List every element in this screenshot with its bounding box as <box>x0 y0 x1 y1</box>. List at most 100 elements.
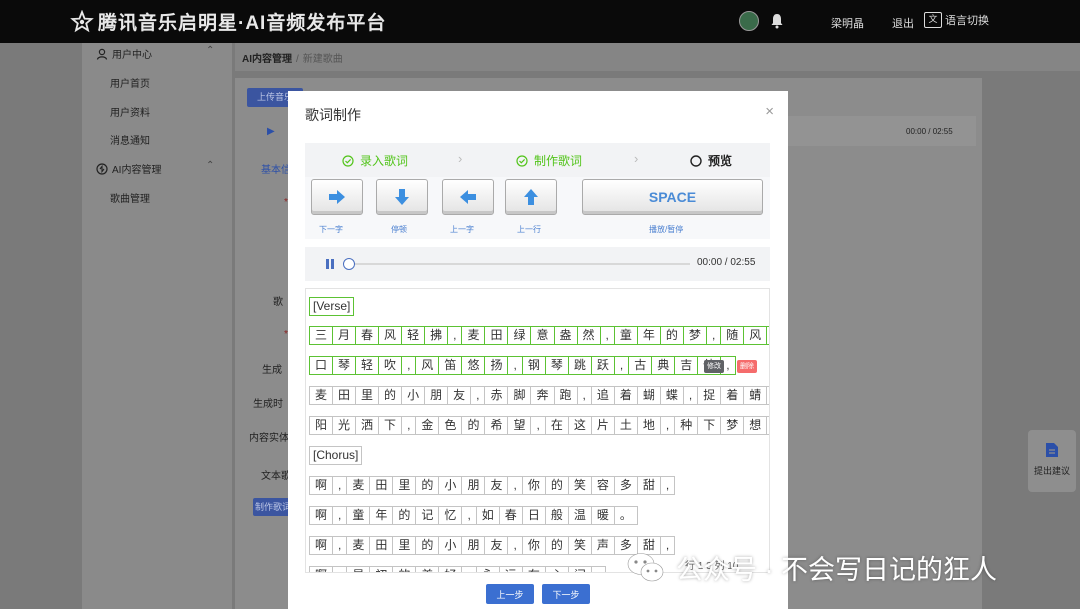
lyric-char[interactable]: 色 <box>438 416 463 435</box>
lyric-char[interactable]: 心 <box>544 566 569 572</box>
lyric-char[interactable]: 想 <box>743 416 768 435</box>
bell-icon[interactable] <box>770 13 784 29</box>
lyric-char[interactable]: , <box>332 506 348 525</box>
lyric-char[interactable]: 你 <box>521 536 546 555</box>
lyric-char[interactable]: 里 <box>355 386 380 405</box>
sidebar-item-profile[interactable]: 用户资料 <box>110 104 150 119</box>
lyric-char[interactable]: 绿 <box>507 326 532 345</box>
lyric-char[interactable]: 古 <box>628 356 653 375</box>
sidebar-section-ai[interactable]: AI内容管理 <box>96 161 161 176</box>
lyric-char[interactable]: 朋 <box>461 536 486 555</box>
lyric-char[interactable]: 轻 <box>401 326 426 345</box>
lyric-char[interactable]: 三 <box>309 326 334 345</box>
lyric-char[interactable]: 远 <box>498 566 523 572</box>
lyric-char[interactable]: 笛 <box>438 356 463 375</box>
verse-tag[interactable]: [Verse] <box>309 297 355 316</box>
lyric-char[interactable]: 跳 <box>567 356 592 375</box>
lyric-char[interactable]: 朋 <box>461 476 486 495</box>
prev-line-key[interactable] <box>505 179 557 215</box>
lyric-char[interactable]: , <box>507 476 523 495</box>
lyric-char[interactable]: 麦 <box>346 476 371 495</box>
lyric-char[interactable]: 种 <box>674 416 699 435</box>
lyric-char[interactable]: 下 <box>378 416 403 435</box>
suggest-button[interactable]: 提出建议 <box>1028 430 1076 492</box>
lyric-char[interactable]: 的 <box>659 326 684 345</box>
lyric-char[interactable]: 跑 <box>553 386 578 405</box>
lyric-char[interactable]: 春 <box>355 326 380 345</box>
lyric-char[interactable]: 着 <box>613 386 638 405</box>
lyric-char[interactable]: 典 <box>651 356 676 375</box>
lyric-char[interactable]: , <box>659 416 676 435</box>
lyric-char[interactable]: 光 <box>332 416 357 435</box>
lyric-char[interactable]: 笑 <box>567 536 592 555</box>
lyric-char[interactable]: 好 <box>438 566 463 572</box>
lyric-char[interactable]: 麦 <box>461 326 486 345</box>
lyric-char[interactable]: 的 <box>544 536 569 555</box>
lyric-char[interactable]: 望 <box>507 416 532 435</box>
lyric-char[interactable]: 友 <box>447 386 472 405</box>
lyric-char[interactable]: , <box>682 386 699 405</box>
lyric-char[interactable]: 的 <box>378 386 403 405</box>
chevron-up-icon[interactable]: ⌃ <box>206 45 214 56</box>
sidebar-item-messages[interactable]: 消息通知 <box>110 132 150 147</box>
lyric-char[interactable]: 琴 <box>332 356 357 375</box>
lyric-char[interactable]: 的 <box>544 476 569 495</box>
lyric-char[interactable]: 地 <box>636 416 661 435</box>
lyric-char[interactable]: 小 <box>401 386 426 405</box>
lyric-char[interactable]: 随 <box>720 326 745 345</box>
make-lyrics-button[interactable]: 制作歌词 <box>253 498 293 516</box>
step-enter-lyrics[interactable]: 录入歌词 <box>342 152 408 169</box>
lyric-char[interactable]: 春 <box>498 506 523 525</box>
lyric-char[interactable]: 童 <box>613 326 638 345</box>
lyric-char[interactable]: 土 <box>613 416 638 435</box>
lyric-char[interactable]: , <box>332 566 348 572</box>
lyric-char[interactable]: 日 <box>521 506 546 525</box>
lyric-char[interactable]: 吉 <box>674 356 699 375</box>
lyric-char[interactable]: 赤 <box>484 386 509 405</box>
progress-track[interactable] <box>348 263 690 265</box>
lyric-char[interactable]: 悠 <box>461 356 486 375</box>
sidebar-section-user[interactable]: 用户中心 <box>96 46 152 61</box>
lyric-char[interactable]: 暖 <box>590 506 615 525</box>
lyric-char[interactable]: , <box>332 476 348 495</box>
lyric-char[interactable]: 奔 <box>530 386 555 405</box>
lyric-char[interactable]: 田 <box>369 476 394 495</box>
lyric-char[interactable]: 然 <box>576 326 601 345</box>
lyric-char[interactable]: 风 <box>415 356 440 375</box>
lyric-char[interactable]: 口 <box>309 356 334 375</box>
lyric-char[interactable]: 麦 <box>346 536 371 555</box>
lyric-char[interactable]: 初 <box>369 566 394 572</box>
lyric-char[interactable]: 琴 <box>544 356 569 375</box>
lyric-char[interactable]: 希 <box>484 416 509 435</box>
modify-button[interactable]: 修改 <box>704 360 724 373</box>
lyric-char[interactable]: 吹 <box>378 356 403 375</box>
lyric-char[interactable]: , <box>659 476 676 495</box>
lyric-char[interactable]: 小 <box>438 536 463 555</box>
next-char-key[interactable] <box>311 179 363 215</box>
delete-button[interactable]: 删除 <box>737 360 757 373</box>
lyric-char[interactable]: 你 <box>521 476 546 495</box>
lyric-char[interactable]: 里 <box>392 536 417 555</box>
lyric-char[interactable]: 阳 <box>309 416 334 435</box>
lyric-char[interactable]: 般 <box>544 506 569 525</box>
lyric-char[interactable]: 梦 <box>720 416 745 435</box>
avatar[interactable] <box>739 11 759 31</box>
close-icon[interactable]: × <box>765 103 774 120</box>
lyric-char[interactable]: 声 <box>590 536 615 555</box>
lyric-char[interactable]: 记 <box>415 506 440 525</box>
lyric-char[interactable]: 的 <box>392 566 417 572</box>
lyric-char[interactable]: 甜 <box>636 476 661 495</box>
lyric-char[interactable]: 风 <box>743 326 768 345</box>
lyric-char[interactable]: , <box>530 416 546 435</box>
lyric-char[interactable]: 容 <box>590 476 615 495</box>
lyric-char[interactable]: 田 <box>484 326 509 345</box>
lyric-char[interactable]: , <box>470 386 486 405</box>
lyric-char[interactable]: 梦 <box>682 326 707 345</box>
lyric-char[interactable]: 蝶 <box>659 386 684 405</box>
lyric-char[interactable]: 起 <box>766 326 769 345</box>
lyric-char[interactable]: 脚 <box>507 386 532 405</box>
lyric-char[interactable]: 多 <box>613 476 638 495</box>
step-make-lyrics[interactable]: 制作歌词 <box>516 152 582 169</box>
lyric-char[interactable]: 朋 <box>424 386 449 405</box>
lyric-char[interactable]: 麦 <box>309 386 334 405</box>
